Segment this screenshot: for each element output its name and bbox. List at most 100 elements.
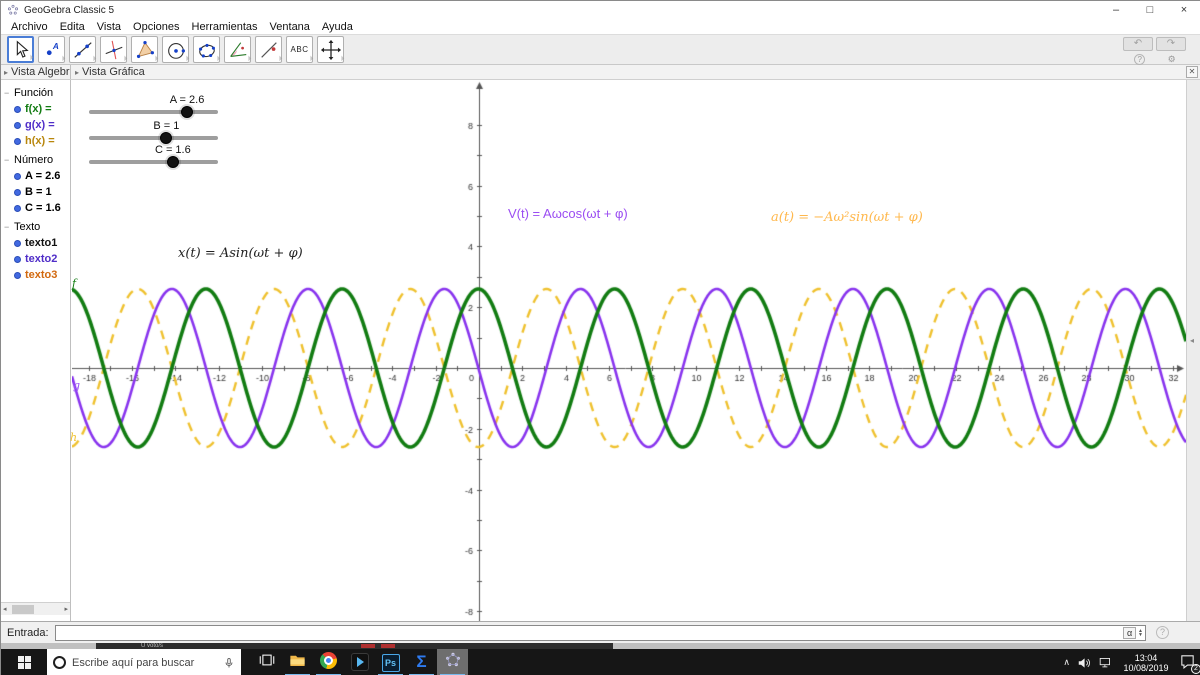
graph-text-acceleration-formula[interactable]: a(t) = −Aω²sin(ωt + φ) xyxy=(771,210,923,225)
menu-item-archivo[interactable]: Archivo xyxy=(5,21,54,33)
graphics-view[interactable] xyxy=(72,80,1186,621)
collapse-left-icon[interactable]: ◂ xyxy=(1190,336,1194,345)
menu-item-vista[interactable]: Vista xyxy=(91,21,127,33)
visibility-dot-icon[interactable] xyxy=(14,172,21,180)
visibility-dot-icon[interactable] xyxy=(14,105,21,113)
perpendicular-line-icon xyxy=(103,39,125,61)
visibility-dot-icon[interactable] xyxy=(14,255,21,263)
taskbar-app-chrome[interactable] xyxy=(313,649,344,675)
tool-move[interactable] xyxy=(7,36,34,63)
slider-A-knob[interactable] xyxy=(181,106,194,118)
taskbar-app-file-explorer[interactable] xyxy=(282,649,313,675)
panel-splitter[interactable]: ◂ xyxy=(1186,80,1200,621)
graphics-view-header[interactable]: ▸ Vista Gráfica ✕ xyxy=(71,65,1200,79)
visibility-dot-icon[interactable] xyxy=(14,137,21,145)
scrollbar-thumb[interactable] xyxy=(12,605,34,614)
algebra-item[interactable]: A = 2.6 xyxy=(1,170,70,182)
visibility-dot-icon[interactable] xyxy=(14,188,21,196)
slider-C-knob[interactable] xyxy=(166,156,179,168)
taskbar-app-sigma[interactable]: Σ xyxy=(406,649,437,675)
graph-text-velocity-formula[interactable]: V(t) = Aωcos(ωt + φ) xyxy=(508,206,628,221)
microphone-icon[interactable] xyxy=(223,657,235,669)
minimize-button[interactable]: – xyxy=(1099,1,1133,19)
tool-line[interactable] xyxy=(69,36,96,63)
visibility-dot-icon[interactable] xyxy=(14,271,21,279)
tool-conic[interactable] xyxy=(193,36,220,63)
line-icon xyxy=(72,39,94,61)
scroll-left-icon[interactable]: ◂ xyxy=(3,605,7,613)
entrada-field-wrap: α ▲ ▼ xyxy=(54,624,1146,641)
algebra-item[interactable]: B = 1 xyxy=(1,186,70,198)
algebra-item[interactable]: texto1 xyxy=(1,237,70,249)
algebra-item[interactable]: texto2 xyxy=(1,253,70,265)
help-icon[interactable]: ? xyxy=(1134,54,1146,65)
maximize-button[interactable]: □ xyxy=(1133,1,1167,19)
algebra-item[interactable]: g(x) = xyxy=(1,119,70,131)
plot-canvas[interactable] xyxy=(72,80,1186,621)
graph-text-position-formula[interactable]: x(t) = Asin(ωt + φ) xyxy=(178,246,303,261)
svg-text:A: A xyxy=(51,42,58,51)
tool-circle[interactable] xyxy=(162,36,189,63)
tool-reflection[interactable] xyxy=(255,36,282,63)
tool-text[interactable]: ABC xyxy=(286,36,313,63)
redo-button[interactable]: ↷ xyxy=(1156,37,1186,51)
entrada-input[interactable] xyxy=(55,626,1124,639)
slider-B[interactable]: B = 1 xyxy=(89,120,218,149)
algebra-horizontal-scrollbar[interactable]: ◂ ▸ xyxy=(1,602,70,615)
close-panel-icon[interactable]: ✕ xyxy=(1186,66,1198,78)
search-input[interactable] xyxy=(72,656,217,669)
collapse-minus-icon[interactable]: − xyxy=(4,155,11,165)
collapse-minus-icon[interactable]: − xyxy=(4,222,11,232)
taskbar-app-geogebra[interactable] xyxy=(437,649,468,675)
slider-A-track[interactable] xyxy=(89,110,218,114)
slider-C-track[interactable] xyxy=(89,160,218,164)
input-help-icon[interactable]: ? xyxy=(1156,626,1169,639)
notification-center-icon[interactable]: 2 xyxy=(1179,653,1200,674)
algebra-item[interactable]: C = 1.6 xyxy=(1,202,70,214)
tool-point[interactable]: A xyxy=(38,36,65,63)
undo-button[interactable]: ↶ xyxy=(1123,37,1153,51)
algebra-item-label: texto2 xyxy=(25,253,58,265)
gear-icon[interactable]: ⚙ xyxy=(1168,54,1176,65)
algebra-item[interactable]: h(x) = xyxy=(1,135,70,147)
menu-item-edita[interactable]: Edita xyxy=(54,21,91,33)
tool-perpendicular-line[interactable] xyxy=(100,36,127,63)
speaker-icon[interactable] xyxy=(1077,656,1091,670)
slider-B-knob[interactable] xyxy=(160,132,173,144)
menu-item-herramientas[interactable]: Herramientas xyxy=(186,21,264,33)
collapse-minus-icon[interactable]: − xyxy=(4,88,11,98)
spinner-icon[interactable]: ▲ ▼ xyxy=(1138,628,1143,637)
tool-polygon[interactable] xyxy=(131,36,158,63)
tool-move-graphics-view[interactable] xyxy=(317,36,344,63)
window-title: GeoGebra Classic 5 xyxy=(24,4,115,16)
taskbar-app-movies-tv[interactable] xyxy=(344,649,375,675)
taskbar-app-photoshop[interactable]: Ps xyxy=(375,649,406,675)
slider-B-track[interactable] xyxy=(89,136,218,140)
tool-angle[interactable] xyxy=(224,36,251,63)
algebra-group-header[interactable]: − Número xyxy=(1,154,70,166)
taskbar-app-task-view[interactable] xyxy=(251,649,282,675)
visibility-dot-icon[interactable] xyxy=(14,239,21,247)
algebra-view-header[interactable]: ▸ Vista Algebraica xyxy=(1,65,71,79)
scroll-right-icon[interactable]: ▸ xyxy=(64,605,68,613)
slider-C[interactable]: C = 1.6 xyxy=(89,144,218,173)
algebra-item[interactable]: texto3 xyxy=(1,269,70,281)
visibility-dot-icon[interactable] xyxy=(14,204,21,212)
visibility-dot-icon[interactable] xyxy=(14,121,21,129)
menu-bar: Archivo Edita Vista Opciones Herramientas Ven… xyxy=(1,19,1200,34)
start-button[interactable] xyxy=(1,649,47,675)
title-bar: GeoGebra Classic 5 – □ × xyxy=(1,1,1200,19)
graphics-view-title: Vista Gráfica xyxy=(82,66,145,78)
taskbar-clock[interactable]: 13:04 10/08/2019 xyxy=(1120,653,1172,673)
tray-chevron-icon[interactable]: ∧ xyxy=(1063,657,1070,668)
menu-item-ventana[interactable]: Ventana xyxy=(264,21,316,33)
algebra-item[interactable]: f(x) = xyxy=(1,103,70,115)
taskbar-search[interactable] xyxy=(47,649,241,675)
algebra-group-header[interactable]: − Texto xyxy=(1,221,70,233)
algebra-group-header[interactable]: − Función xyxy=(1,87,70,99)
menu-item-opciones[interactable]: Opciones xyxy=(127,21,185,33)
close-button[interactable]: × xyxy=(1167,1,1200,19)
menu-item-ayuda[interactable]: Ayuda xyxy=(316,21,359,33)
network-icon[interactable] xyxy=(1098,655,1113,670)
alpha-symbols-button[interactable]: α xyxy=(1123,626,1137,639)
